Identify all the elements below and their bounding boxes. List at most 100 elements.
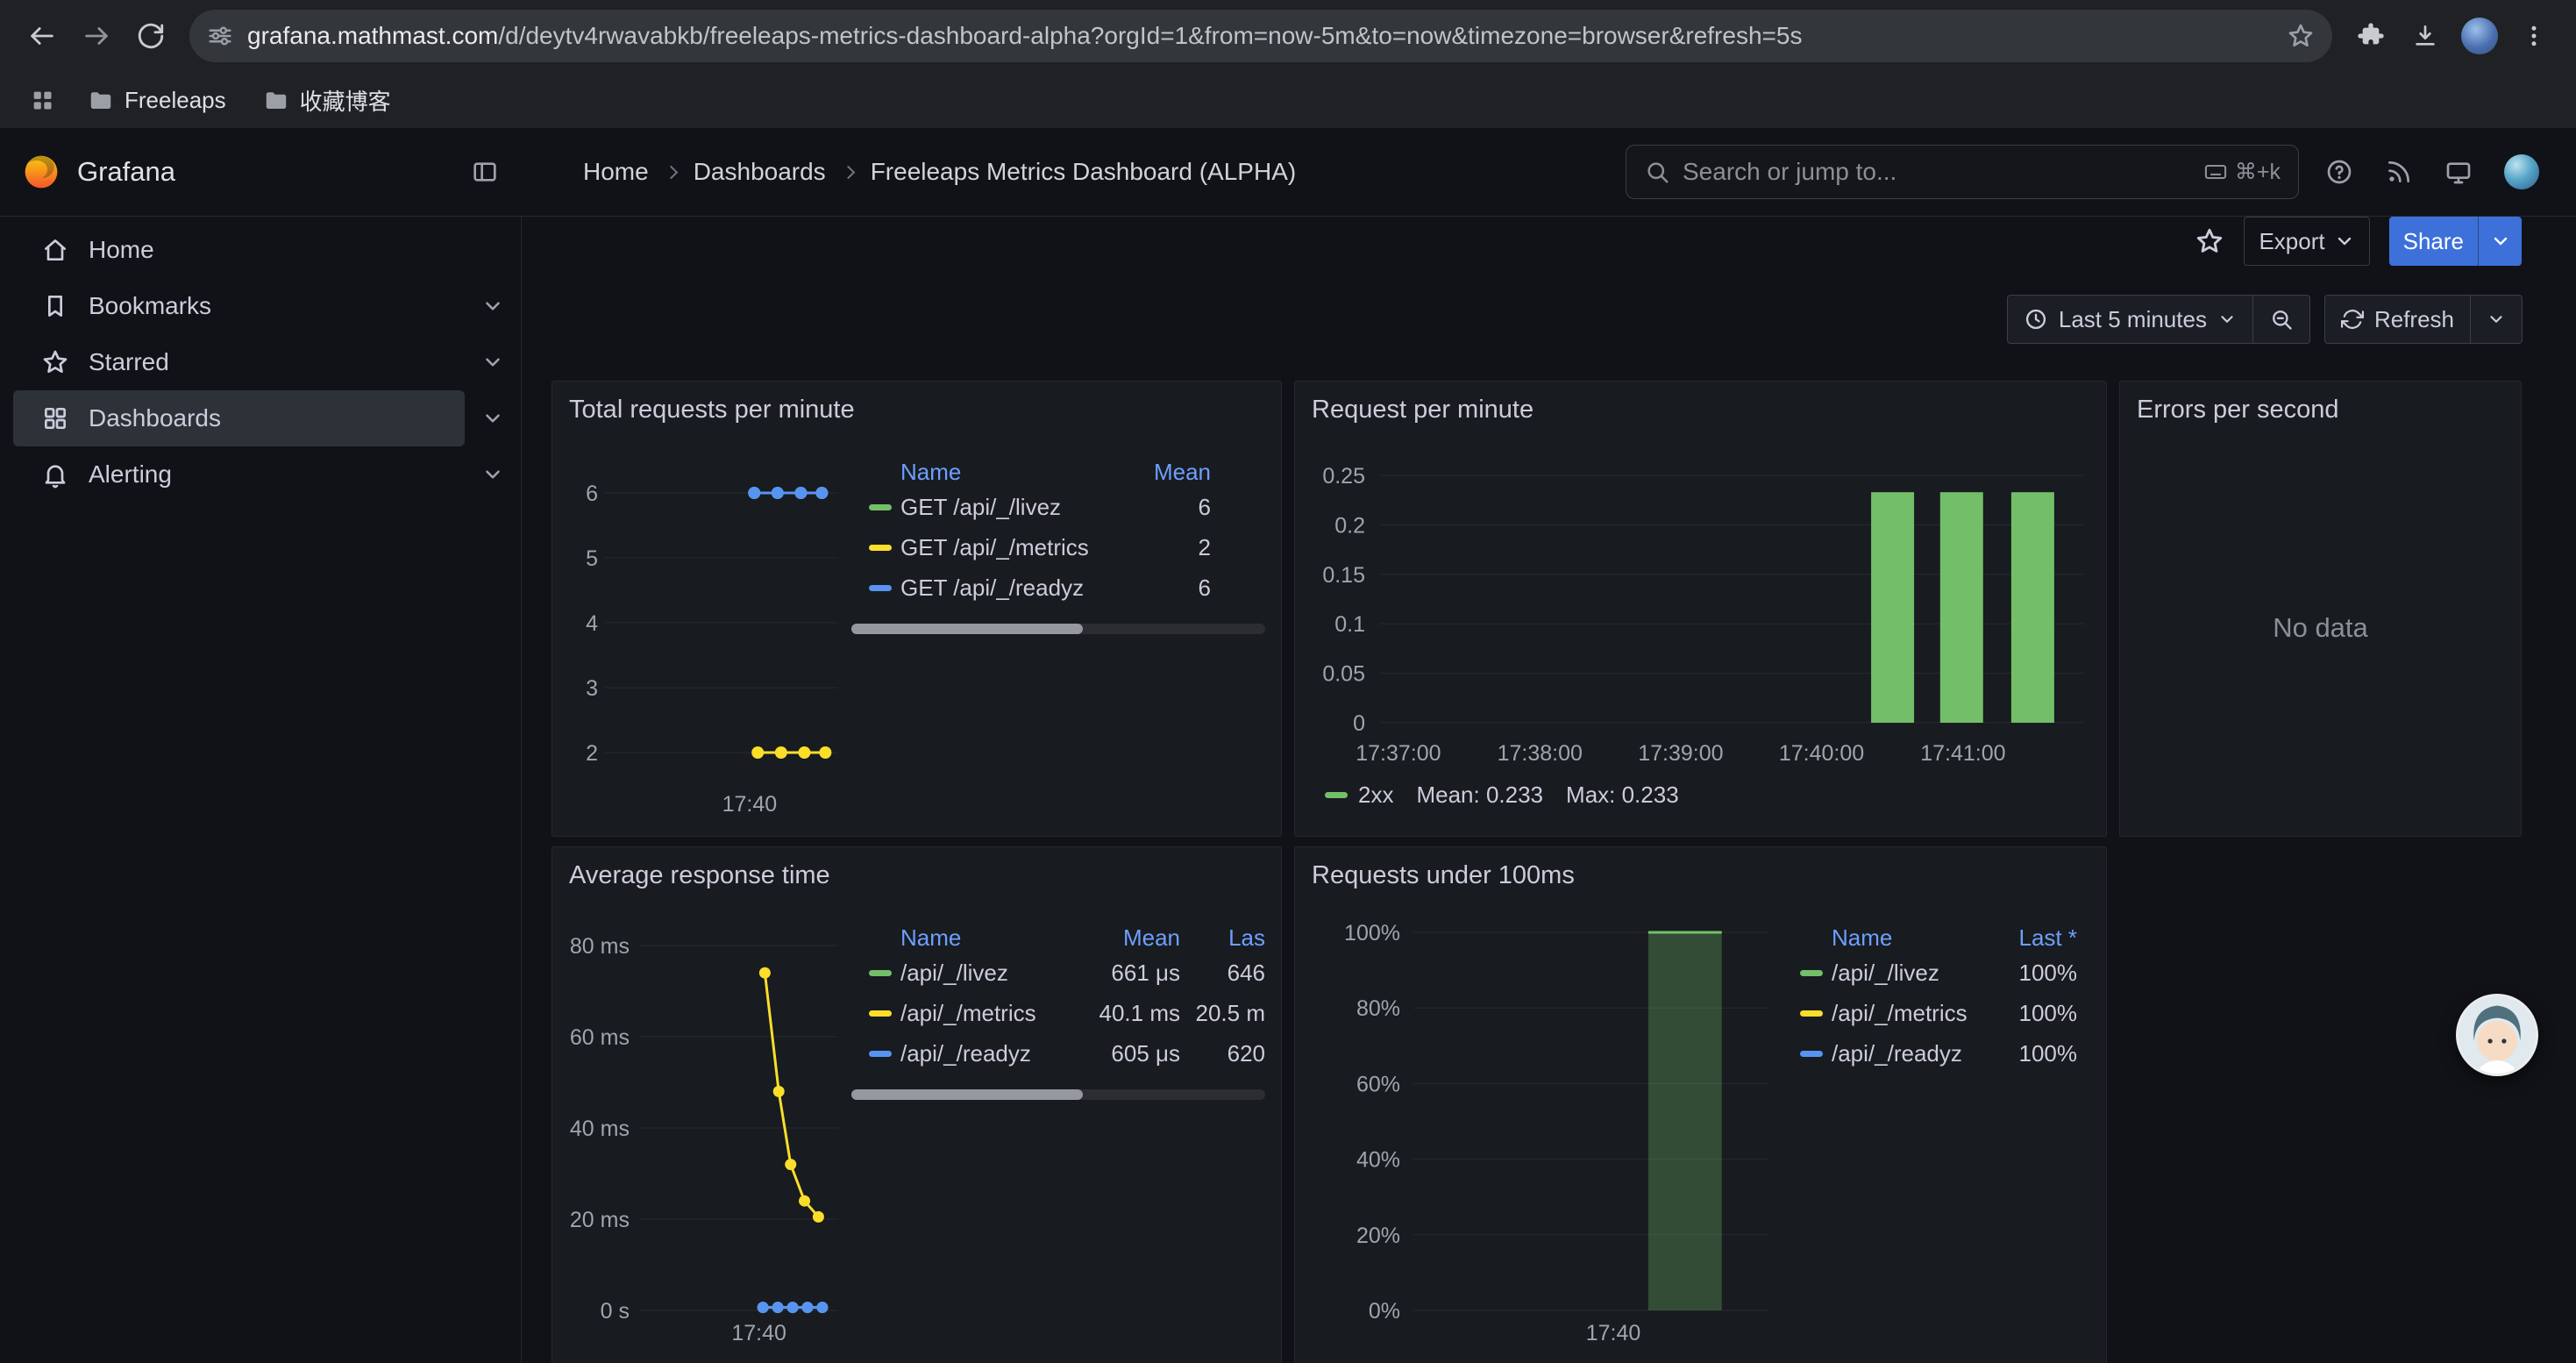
time-range-picker[interactable]: Last 5 minutes — [2007, 295, 2253, 344]
favorite-star-icon[interactable] — [2195, 226, 2224, 256]
panel-title[interactable]: Request per minute — [1312, 396, 1534, 425]
legend-scrollbar[interactable] — [851, 624, 1265, 634]
request-per-minute-chart[interactable]: 00.050.10.150.20.2517:37:0017:38:0017:39… — [1295, 382, 2107, 837]
refresh-icon — [2341, 308, 2364, 331]
legend-header-name[interactable]: Name — [900, 459, 1106, 486]
svg-text:80 ms: 80 ms — [570, 934, 630, 959]
chevron-right-icon — [841, 165, 855, 179]
site-settings-icon[interactable] — [207, 23, 233, 49]
chevron-down-icon[interactable] — [465, 351, 521, 374]
svg-text:20%: 20% — [1356, 1224, 1400, 1248]
search-input[interactable] — [1683, 158, 2191, 186]
display-icon[interactable] — [2444, 158, 2473, 186]
chevron-down-icon — [2334, 231, 2355, 252]
scrollbar-thumb[interactable] — [851, 624, 1083, 634]
legend-header-mean[interactable]: Mean — [1106, 459, 1211, 486]
grafana-logo[interactable] — [23, 153, 60, 190]
share-button[interactable]: Share — [2389, 217, 2478, 266]
panel-title[interactable]: Total requests per minute — [569, 396, 855, 425]
svg-text:17:37:00: 17:37:00 — [1356, 741, 1441, 766]
legend-header-mean[interactable]: Mean — [1066, 924, 1180, 952]
panel-request-per-minute: Request per minute 00.050.10.150.20.2517… — [1294, 381, 2107, 837]
address-bar[interactable]: grafana.mathmast.com/d/deytv4rwavabkb/fr… — [189, 10, 2332, 62]
sidebar-item-bookmarks[interactable]: Bookmarks — [13, 278, 521, 334]
series-color-chip — [1800, 970, 1823, 976]
no-data-message: No data — [2120, 382, 2521, 836]
reload-button[interactable] — [126, 11, 175, 61]
browser-menu-icon[interactable] — [2509, 11, 2558, 61]
legend-header-last[interactable]: Las — [1191, 924, 1265, 952]
sidebar-item-dashboards[interactable]: Dashboards — [13, 390, 521, 446]
bookmark-folder-blogs[interactable]: 收藏博客 — [251, 79, 403, 122]
svg-text:0%: 0% — [1369, 1299, 1400, 1324]
help-icon[interactable] — [2325, 158, 2353, 186]
legend-row[interactable]: /api/_/readyz 605 μs 620 — [851, 1033, 1265, 1074]
forward-button[interactable] — [72, 11, 121, 61]
share-menu-caret[interactable] — [2478, 217, 2522, 266]
legend-row[interactable]: GET /api/_/metrics 2 — [851, 527, 1265, 567]
svg-text:100%: 100% — [1344, 921, 1400, 946]
zoom-out-button[interactable] — [2253, 295, 2310, 344]
svg-text:17:40: 17:40 — [722, 792, 778, 817]
scrollbar-thumb[interactable] — [851, 1089, 1083, 1100]
legend-row[interactable]: /api/_/livez 661 μs 646 — [851, 953, 1265, 993]
bookmark-folder-freeleaps[interactable]: Freeleaps — [75, 82, 238, 119]
legend-header-last[interactable]: Last * — [1981, 924, 2077, 952]
legend-table: Name Last * /api/_/livez 100% /api/_/met… — [1795, 923, 2077, 1074]
assistant-avatar[interactable] — [2456, 994, 2538, 1076]
legend-row[interactable]: GET /api/_/livez 6 — [851, 487, 1265, 527]
panel-errors-per-second: Errors per second No data — [2119, 381, 2522, 837]
svg-text:5: 5 — [586, 546, 598, 571]
legend-row[interactable]: /api/_/metrics 100% — [1795, 993, 2077, 1033]
svg-text:17:40:00: 17:40:00 — [1779, 741, 1864, 766]
brand-name[interactable]: Grafana — [77, 156, 175, 188]
breadcrumb-home[interactable]: Home — [583, 158, 649, 186]
breadcrumb-dashboards[interactable]: Dashboards — [694, 158, 826, 186]
series-color-chip — [1800, 1010, 1823, 1017]
url-text[interactable]: grafana.mathmast.com/d/deytv4rwavabkb/fr… — [247, 22, 2273, 50]
series-color-chip — [869, 585, 892, 591]
svg-text:0.2: 0.2 — [1334, 513, 1365, 538]
svg-text:17:38:00: 17:38:00 — [1498, 741, 1583, 766]
search-box[interactable]: ⌘+k — [1626, 145, 2299, 199]
sidebar-item-starred[interactable]: Starred — [13, 334, 521, 390]
chevron-down-icon[interactable] — [465, 407, 521, 430]
apps-grid-icon[interactable] — [21, 79, 63, 121]
legend-header-name[interactable]: Name — [900, 924, 1066, 952]
chevron-down-icon — [2217, 310, 2237, 329]
sidebar-toggle-icon[interactable] — [471, 158, 499, 186]
downloads-icon[interactable] — [2401, 11, 2450, 61]
legend-table: Name Mean GET /api/_/livez 6 GET /api/_/… — [851, 457, 1265, 634]
legend-row[interactable]: GET /api/_/readyz 6 — [851, 567, 1265, 608]
chevron-down-icon — [2490, 231, 2511, 252]
panel-title[interactable]: Errors per second — [2137, 396, 2339, 425]
legend-scrollbar[interactable] — [851, 1089, 1265, 1100]
chevron-down-icon[interactable] — [465, 463, 521, 486]
refresh-interval-caret[interactable] — [2471, 295, 2523, 344]
bookmark-label: Freeleaps — [125, 87, 226, 114]
export-button[interactable]: Export — [2244, 217, 2369, 266]
grafana-header: Grafana Home Dashboards Freeleaps Metric… — [0, 128, 2576, 217]
extensions-icon[interactable] — [2346, 11, 2395, 61]
legend-row[interactable]: /api/_/metrics 40.1 ms 20.5 m — [851, 993, 1265, 1033]
svg-text:0.25: 0.25 — [1322, 464, 1365, 489]
news-rss-icon[interactable] — [2385, 158, 2413, 186]
sidebar-item-alerting[interactable]: Alerting — [13, 446, 521, 503]
legend-header-name[interactable]: Name — [1832, 924, 1981, 952]
svg-text:0.15: 0.15 — [1322, 563, 1365, 588]
folder-icon — [88, 87, 114, 113]
panel-title[interactable]: Requests under 100ms — [1312, 861, 1575, 890]
home-icon — [41, 236, 69, 264]
legend-row[interactable]: /api/_/livez 100% — [1795, 953, 2077, 993]
panel-title[interactable]: Average response time — [569, 861, 830, 890]
profile-avatar[interactable] — [2455, 11, 2504, 61]
legend-line[interactable]: 2xx Mean: 0.233 Max: 0.233 — [1325, 781, 1679, 809]
chevron-down-icon[interactable] — [465, 295, 521, 318]
sidebar-item-home[interactable]: Home — [13, 222, 521, 278]
refresh-button[interactable]: Refresh — [2324, 295, 2471, 344]
svg-text:60 ms: 60 ms — [570, 1025, 630, 1050]
user-avatar[interactable] — [2504, 154, 2539, 189]
legend-row[interactable]: /api/_/readyz 100% — [1795, 1033, 2077, 1074]
bookmark-star-icon[interactable] — [2287, 22, 2315, 50]
back-button[interactable] — [18, 11, 67, 61]
